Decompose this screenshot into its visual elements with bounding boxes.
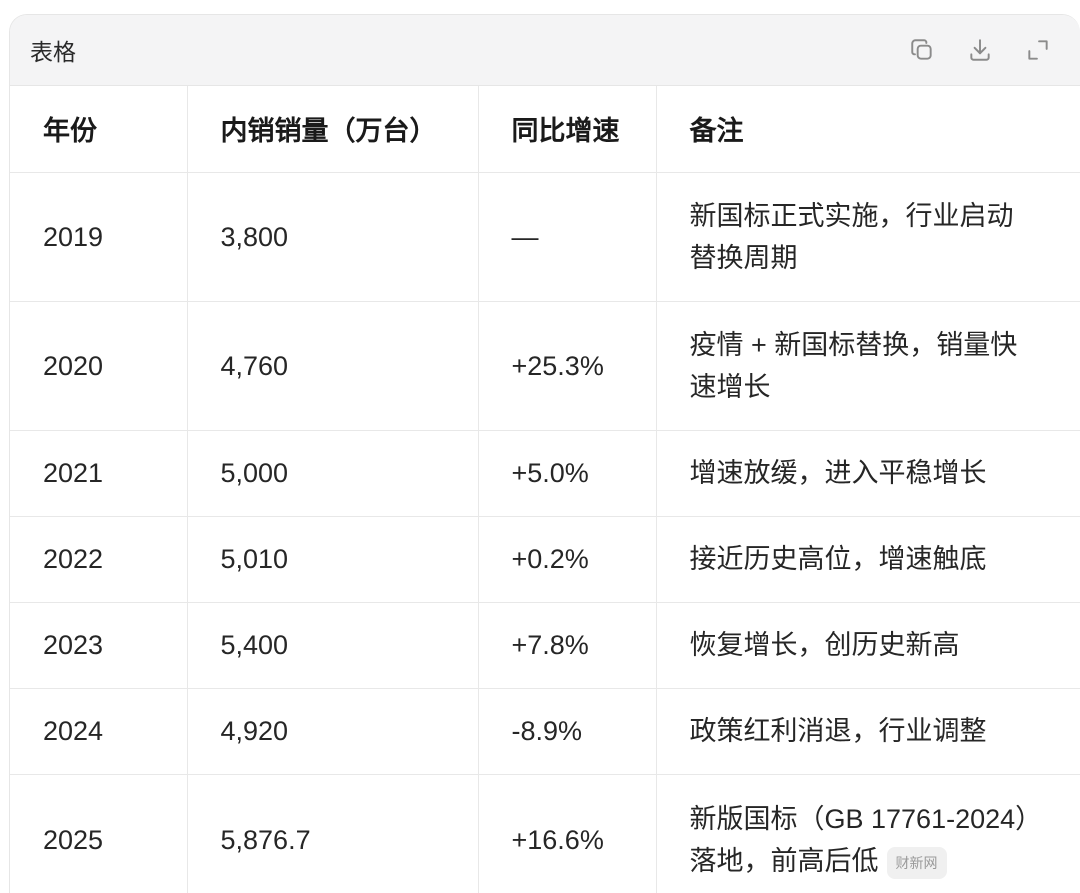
cell-note: 政策红利消退，行业调整 (656, 688, 1080, 775)
cell-growth: +5.0% (478, 430, 657, 517)
cell-growth: +7.8% (478, 602, 657, 689)
header-actions (908, 36, 1052, 64)
cell-year: 2020 (10, 301, 188, 431)
cell-note: 接近历史高位，增速触底 (656, 516, 1080, 603)
cell-growth: +16.6% (478, 774, 657, 893)
cell-growth: +0.2% (478, 516, 657, 603)
table-row: 2023 5,400 +7.8% 恢复增长，创历史新高 (10, 602, 1080, 689)
table-row: 2019 3,800 — 新国标正式实施，行业启动替换周期 (10, 172, 1080, 302)
table-row: 2021 5,000 +5.0% 增速放缓，进入平稳增长 (10, 430, 1080, 517)
cell-note: 恢复增长，创历史新高 (656, 602, 1080, 689)
cell-note: 新国标正式实施，行业启动替换周期 (656, 172, 1080, 302)
table-card: 表格 年份 内销销量（万台） 同比增速 备注 2019 3,800 — 新国标正… (9, 14, 1080, 893)
cell-growth: +25.3% (478, 301, 657, 431)
column-header-note: 备注 (656, 86, 1080, 173)
cell-note: 增速放缓，进入平稳增长 (656, 430, 1080, 517)
download-icon[interactable] (966, 36, 994, 64)
watermark-badge: 财新网 (886, 846, 947, 879)
cell-note: 疫情 + 新国标替换，销量快速增长 (656, 301, 1080, 431)
column-header-sales: 内销销量（万台） (187, 86, 479, 173)
cell-year: 2023 (10, 602, 188, 689)
cell-growth: — (478, 172, 657, 302)
cell-sales: 3,800 (187, 172, 479, 302)
column-header-year: 年份 (10, 86, 188, 173)
table-row: 2020 4,760 +25.3% 疫情 + 新国标替换，销量快速增长 (10, 301, 1080, 431)
cell-year: 2022 (10, 516, 188, 603)
table-row: 2024 4,920 -8.9% 政策红利消退，行业调整 (10, 688, 1080, 775)
table-header-row: 年份 内销销量（万台） 同比增速 备注 (10, 86, 1080, 173)
cell-sales: 5,400 (187, 602, 479, 689)
copy-icon[interactable] (908, 36, 936, 64)
cell-note: 新版国标（GB 17761-2024）落地，前高后低 财新网 (656, 774, 1080, 893)
table-row: 2025 5,876.7 +16.6% 新版国标（GB 17761-2024）落… (10, 774, 1080, 893)
cell-year: 2024 (10, 688, 188, 775)
cell-note-text: 新版国标（GB 17761-2024）落地，前高后低 (689, 804, 1029, 876)
card-title: 表格 (30, 39, 76, 65)
table-row: 2022 5,010 +0.2% 接近历史高位，增速触底 (10, 516, 1080, 603)
cell-year: 2025 (10, 774, 188, 893)
cell-sales: 4,920 (187, 688, 479, 775)
cell-sales: 4,760 (187, 301, 479, 431)
cell-sales: 5,000 (187, 430, 479, 517)
expand-icon[interactable] (1024, 36, 1052, 64)
cell-year: 2021 (10, 430, 188, 517)
data-table: 年份 内销销量（万台） 同比增速 备注 2019 3,800 — 新国标正式实施… (10, 86, 1080, 893)
cell-year: 2019 (10, 172, 188, 302)
cell-sales: 5,010 (187, 516, 479, 603)
cell-growth: -8.9% (478, 688, 657, 775)
column-header-growth: 同比增速 (478, 86, 657, 173)
cell-sales: 5,876.7 (187, 774, 479, 893)
card-header: 表格 (10, 15, 1080, 86)
